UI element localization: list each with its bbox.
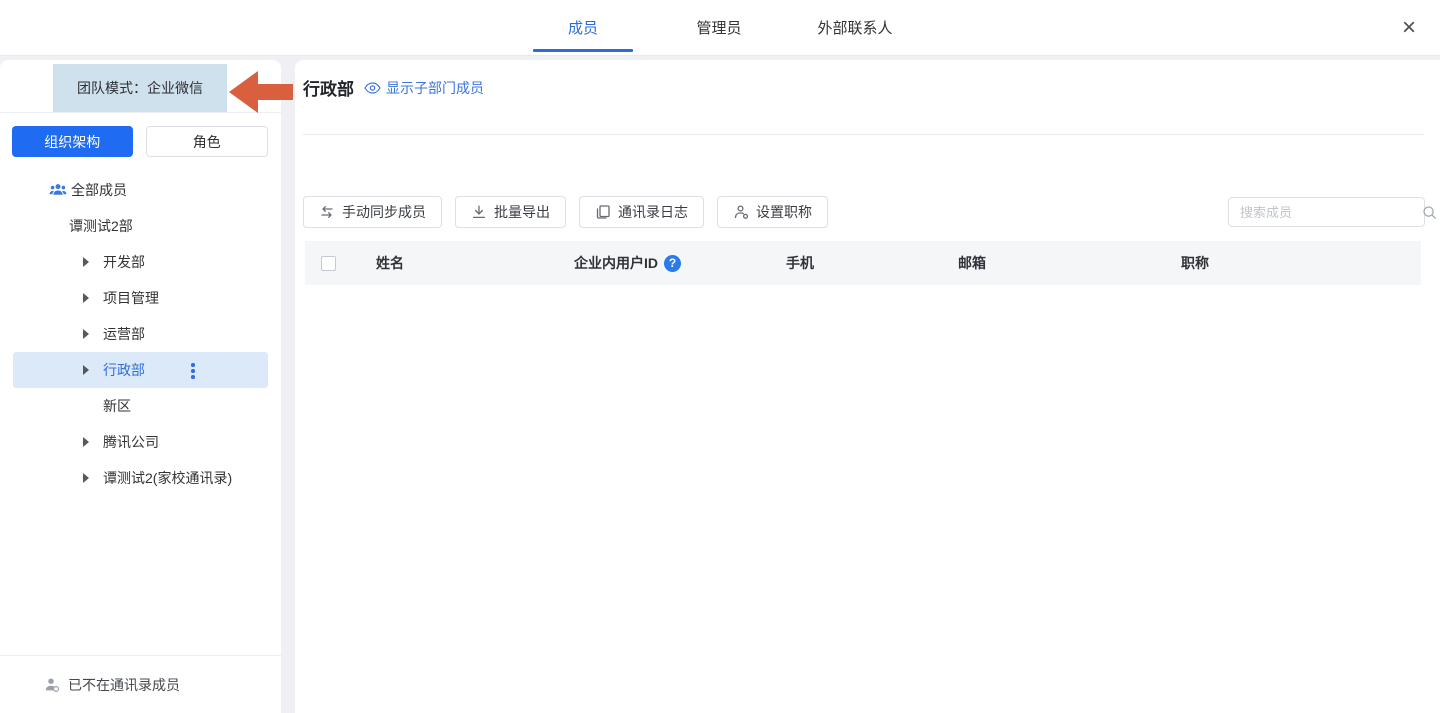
column-email: 邮箱 (958, 241, 986, 285)
show-sub-department-label: 显示子部门成员 (386, 78, 484, 98)
show-sub-department-link[interactable]: 显示子部门成员 (364, 78, 484, 98)
removed-members-entry[interactable]: 已不在通讯录成员 (0, 655, 281, 713)
search-input[interactable] (1229, 205, 1422, 220)
batch-export-button[interactable]: 批量导出 (455, 196, 566, 228)
person-badge-icon (733, 204, 749, 220)
column-name: 姓名 (376, 241, 404, 285)
help-icon[interactable]: ? (664, 255, 681, 272)
download-icon (471, 204, 487, 220)
tree-item-jiaxiaotongxunlu[interactable]: 谭测试2(家校通讯录) (13, 460, 268, 496)
tab-admins[interactable]: 管理员 (669, 0, 769, 55)
top-bar: 成员 管理员 外部联系人 × (0, 0, 1440, 56)
sidebar: 团队模式：企业微信 组织架构 角色 全部成员 谭测试2部 开发部 项目管理 (0, 60, 281, 713)
caret-right-icon[interactable] (83, 257, 101, 267)
tree-item-label: 谭测试2部 (69, 216, 133, 236)
org-structure-button[interactable]: 组织架构 (12, 126, 133, 157)
top-tab-bar: 成员 管理员 外部联系人 (533, 0, 905, 55)
tree-item-tanceshi2bu[interactable]: 谭测试2部 (13, 208, 268, 244)
tab-external-contacts[interactable]: 外部联系人 (805, 0, 905, 55)
tree-item-kaifabu[interactable]: 开发部 (13, 244, 268, 280)
tree-item-label: 行政部 (103, 360, 145, 380)
tree-item-xinqu[interactable]: 新区 (13, 388, 268, 424)
tree-item-xingzhengbu[interactable]: 行政部 (13, 352, 268, 388)
sync-arrows-icon (319, 204, 335, 220)
tree-item-tengxungongsi[interactable]: 腾讯公司 (13, 424, 268, 460)
batch-export-label: 批量导出 (494, 202, 550, 222)
page-title: 行政部 (303, 75, 354, 100)
contacts-log-button[interactable]: 通讯录日志 (579, 196, 704, 228)
role-button[interactable]: 角色 (146, 126, 269, 157)
caret-right-icon[interactable] (83, 293, 101, 303)
tree-item-label: 全部成员 (71, 180, 127, 200)
manual-sync-button[interactable]: 手动同步成员 (303, 196, 442, 228)
tree-item-label: 新区 (103, 396, 131, 416)
title-divider (303, 134, 1424, 135)
annotation-arrow-icon (229, 71, 293, 113)
team-mode-badge: 团队模式：企业微信 (53, 64, 227, 112)
column-mobile: 手机 (786, 241, 814, 285)
member-search (1228, 197, 1425, 227)
tree-item-label: 开发部 (103, 252, 145, 272)
department-tree: 全部成员 谭测试2部 开发部 项目管理 运营部 行政部 新区 腾 (0, 172, 281, 496)
contacts-log-label: 通讯录日志 (618, 202, 688, 222)
set-title-button[interactable]: 设置职称 (717, 196, 828, 228)
caret-right-icon[interactable] (83, 437, 101, 447)
search-icon[interactable] (1422, 205, 1437, 220)
select-all-checkbox-cell (321, 241, 336, 285)
person-removed-icon (44, 677, 60, 693)
log-copy-icon (595, 204, 611, 220)
people-group-icon (49, 182, 67, 198)
set-title-label: 设置职称 (756, 202, 812, 222)
caret-right-icon[interactable] (83, 365, 101, 375)
sidebar-switcher: 组织架构 角色 (12, 126, 268, 157)
table-header: 姓名 企业内用户ID ? 手机 邮箱 职称 (305, 241, 1421, 285)
toolbar: 手动同步成员 批量导出 通讯录日志 设置职称 (303, 196, 828, 228)
tree-item-label: 谭测试2(家校通讯录) (103, 468, 232, 488)
column-user-id-label: 企业内用户ID (574, 253, 658, 273)
page-title-row: 行政部 显示子部门成员 (303, 75, 484, 100)
select-all-checkbox[interactable] (321, 256, 336, 271)
caret-right-icon[interactable] (83, 473, 101, 483)
tree-item-label: 项目管理 (103, 288, 159, 308)
main-panel: 行政部 显示子部门成员 手动同步成员 批量导出 通讯录日志 (295, 60, 1440, 713)
tab-members[interactable]: 成员 (533, 0, 633, 55)
tree-item-xiangmuguanli[interactable]: 项目管理 (13, 280, 268, 316)
caret-right-icon[interactable] (83, 329, 101, 339)
close-icon[interactable]: × (1394, 13, 1424, 43)
more-vertical-icon[interactable] (185, 361, 201, 381)
column-user-id: 企业内用户ID ? (574, 241, 681, 285)
manual-sync-label: 手动同步成员 (342, 202, 426, 222)
eye-icon (364, 82, 381, 94)
tree-item-all-members[interactable]: 全部成员 (13, 172, 268, 208)
sidebar-header: 团队模式：企业微信 (0, 60, 281, 113)
tree-item-yunyingbu[interactable]: 运营部 (13, 316, 268, 352)
tree-item-label: 运营部 (103, 324, 145, 344)
removed-members-label: 已不在通讯录成员 (68, 675, 180, 695)
tree-item-label: 腾讯公司 (103, 432, 159, 452)
column-title: 职称 (1181, 241, 1209, 285)
